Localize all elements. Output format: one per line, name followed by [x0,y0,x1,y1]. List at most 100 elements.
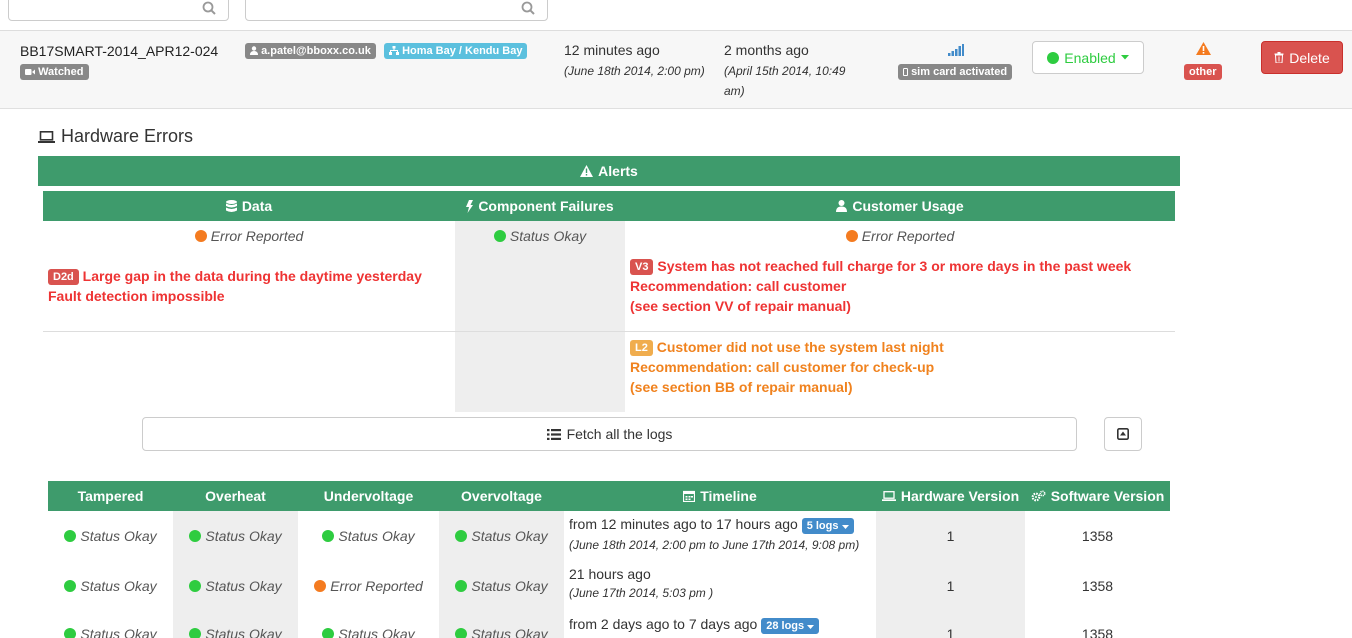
alert-code-badge: L2 [630,340,653,356]
mobile-icon [903,68,908,76]
cogs-icon [1031,490,1046,502]
video-camera-icon [25,69,35,75]
enabled-dot-icon [1047,51,1060,64]
status-text: Status Okay [205,578,282,594]
delete-button[interactable]: Delete [1261,41,1343,74]
table-row-1-overvoltage: Status Okay [439,526,564,546]
component-status: Status Okay [455,226,625,246]
th-undervoltage: Undervoltage [298,481,439,511]
customer-usage-label: Customer Usage [852,198,964,214]
alert-line2: Recommendation: call customer for check-… [630,359,935,375]
ok-dot-icon [455,580,468,592]
table-row-1-software: 1358 [1081,528,1114,544]
customer-usage-header: Customer Usage [625,191,1175,221]
status-text: Status Okay [205,626,282,638]
warning-icon [1196,42,1211,55]
logs-dropdown-badge[interactable]: 5 logs [801,518,854,534]
watched-label: Watched [38,66,84,78]
location-label: Homa Bay / Kendu Bay [402,45,523,57]
logs-dropdown-badge[interactable]: 28 logs [761,618,820,634]
alert-code-badge: V3 [630,259,654,275]
th-timeline: Timeline [564,481,876,511]
data-status: Error Reported [43,226,455,246]
timeline-main: from 2 days ago to 7 days ago [569,616,758,632]
status-text: Status Okay [205,528,282,544]
user-icon [836,200,848,212]
table-row-2-software: 1358 [1081,578,1114,594]
caret-down-icon [1120,55,1129,60]
ok-dot-icon [64,530,77,542]
alert-line2: Fault detection impossible [48,288,225,304]
table-row-1-hardware: 1 [946,528,955,544]
delete-label: Delete [1289,49,1330,66]
device-id[interactable]: BB17SMART-2014_APR12-024 [20,43,218,59]
filter-bar [0,0,1352,31]
collapse-up-icon [1117,428,1129,440]
search-icon [202,1,216,15]
component-failures-header: Component Failures [455,191,625,221]
timeline-sub: (June 17th 2014, 5:03 pm ) [569,586,714,600]
laptop-icon [881,491,896,501]
table-row-3-software: 1358 [1081,626,1114,638]
ok-dot-icon [189,530,202,542]
search-input-id[interactable] [8,0,229,21]
timeline-sub: (June 18th 2014, 2:00 pm to June 17th 20… [569,538,860,552]
location-badge[interactable]: Homa Bay / Kendu Bay [384,43,528,59]
last-seen-date: (June 18th 2014, 2:00 pm) [564,64,705,78]
enabled-dropdown-button[interactable]: Enabled [1032,41,1144,74]
warning-icon [580,165,594,177]
device-row: BB17SMART-2014_APR12-024 Watched a.patel… [0,31,1352,109]
table-row-2-hardware: 1 [946,578,955,594]
data-column-header: Data [43,191,455,221]
table-row-3-hardware: 1 [946,626,955,638]
status-text: Status Okay [80,626,157,638]
caret-down-icon [841,525,849,529]
error-dot-icon [845,230,858,242]
trash-icon [1274,52,1284,63]
timeline-main: 21 hours ago [569,566,651,582]
bolt-icon [466,199,474,213]
table-row-1-tampered: Status Okay [48,526,173,546]
status-text: Status Okay [80,578,157,594]
data-column-label: Data [241,198,273,214]
user-badge[interactable]: a.patel@bboxx.co.uk [245,43,376,59]
th-software-version: Software Version [1025,481,1170,511]
sim-label: sim card activated [911,66,1008,78]
th-timeline-label: Timeline [700,488,757,504]
hardware-errors-title: Hardware Errors [38,126,193,147]
fetch-logs-label: Fetch all the logs [566,426,673,442]
table-row-1-undervoltage: Status Okay [298,526,439,546]
table-row-3-undervoltage: Status Okay [298,624,439,638]
ok-dot-icon [322,628,335,638]
th-overheat: Overheat [173,481,298,511]
alert-line2: Recommendation: call customer [630,278,847,294]
collapse-button[interactable] [1104,417,1142,451]
fetch-logs-button[interactable]: Fetch all the logs [142,417,1077,451]
error-dot-icon [194,230,207,242]
status-text: Status Okay [471,578,548,594]
sim-badge: sim card activated [898,64,1013,80]
caret-down-icon [807,625,815,629]
table-row-1-overheat: Status Okay [173,526,298,546]
logs-count: 5 logs [806,520,839,532]
status-text: Status Okay [338,626,415,638]
usage-alert-l2: L2 Customer did not use the system last … [630,337,1175,397]
table-row-2-overheat: Status Okay [173,576,298,596]
alerts-header: Alerts [38,156,1180,186]
logs-count: 28 logs [766,620,805,632]
data-alert: D2d Large gap in the data during the day… [48,266,453,306]
search-icon [521,1,535,15]
hardware-errors-label: Hardware Errors [61,126,194,146]
table-row-2-tampered: Status Okay [48,576,173,596]
last-seen: 12 minutes ago [564,42,660,58]
alert-line3: (see section BB of repair manual) [630,379,853,395]
warning-badge: other [1184,64,1222,80]
created-date-line2: am) [724,84,745,98]
th-tampered: Tampered [48,481,173,511]
status-text: Status Okay [471,528,548,544]
ok-dot-icon [64,580,77,592]
signal-strength-icon [948,44,964,56]
search-input-user[interactable] [245,0,548,21]
ok-dot-icon [455,628,468,638]
status-text: Status Okay [338,528,415,544]
